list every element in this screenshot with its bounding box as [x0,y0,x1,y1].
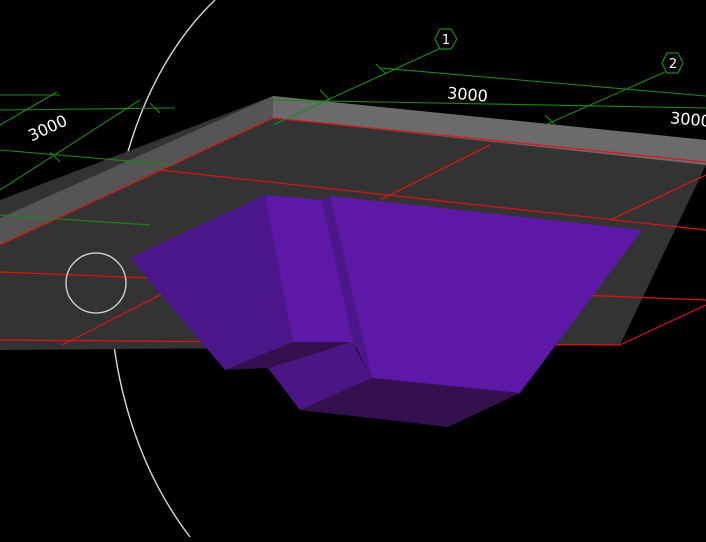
grid-tag-2-label: 2 [669,57,677,72]
dimension-label-top: 3000 [446,83,488,105]
grid-tag-1-label: 1 [442,33,450,48]
dimension-label-left: 3000 [25,111,70,145]
3d-viewport[interactable]: 1 2 3000 3000 3000 [0,0,706,538]
grid-tag-1[interactable]: 1 [434,28,458,50]
pit-object[interactable] [130,195,642,427]
grid-tag-2[interactable]: 2 [661,52,684,74]
dimension-label-right: 3000 [669,108,706,130]
